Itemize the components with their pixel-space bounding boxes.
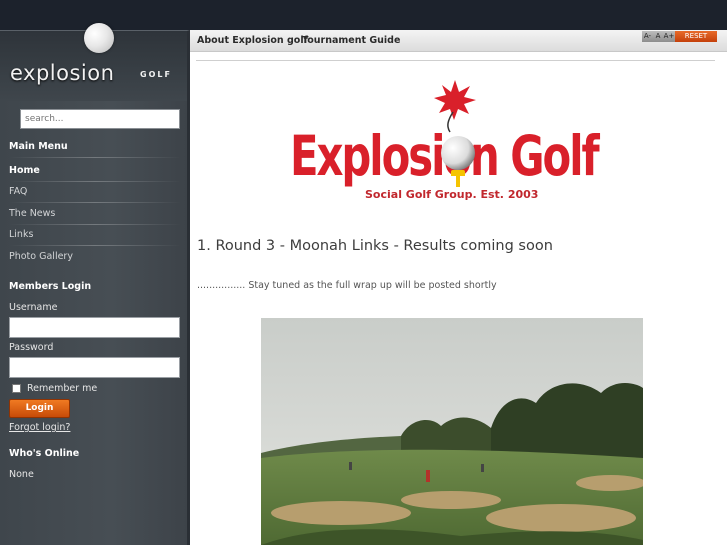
- tee-stem: [456, 175, 460, 187]
- main-content: About Explosion golf Tournament Guide A-…: [190, 30, 727, 545]
- menu-item-links[interactable]: Links: [9, 229, 181, 240]
- content-divider: [196, 60, 715, 61]
- sidebar: explosion GOLF Main Menu Home FAQ The Ne…: [0, 23, 190, 545]
- password-label: Password: [9, 342, 54, 353]
- main-menu-title: Main Menu: [9, 141, 68, 152]
- nav-about-explosion-golf[interactable]: About Explosion golf: [197, 35, 308, 46]
- logo-subtext: GOLF: [140, 70, 172, 79]
- golf-ball-icon: [441, 136, 475, 170]
- explosion-burst-icon: [434, 80, 476, 120]
- divider: [9, 224, 181, 225]
- site-logo[interactable]: explosion GOLF: [0, 23, 187, 101]
- members-login-title: Members Login: [9, 281, 92, 292]
- search-input[interactable]: [20, 109, 180, 129]
- password-field[interactable]: [9, 357, 180, 378]
- username-label: Username: [9, 302, 58, 313]
- menu-item-faq[interactable]: FAQ: [9, 186, 181, 197]
- menu-item-the-news[interactable]: The News: [9, 208, 181, 219]
- divider: [9, 181, 181, 182]
- top-bar: [0, 0, 727, 30]
- font-decrease-button[interactable]: A-: [642, 31, 653, 42]
- top-nav: About Explosion golf Tournament Guide A-…: [190, 30, 727, 52]
- menu-item-home[interactable]: Home: [9, 165, 181, 176]
- forgot-login-link[interactable]: Forgot login?: [9, 422, 70, 433]
- divider: [9, 245, 181, 246]
- font-default-button[interactable]: A: [653, 31, 663, 42]
- nav-tournament-guide[interactable]: Tournament Guide: [302, 35, 400, 46]
- remember-me-label: Remember me: [27, 383, 98, 394]
- logo-text: explosion: [10, 61, 115, 85]
- whos-online-value: None: [9, 469, 34, 480]
- menu-item-photo-gallery[interactable]: Photo Gallery: [9, 251, 181, 262]
- logo-subtitle: Social Golf Group. Est. 2003: [365, 188, 539, 201]
- article-intro: ................ Stay tuned as the full …: [197, 280, 497, 291]
- font-increase-button[interactable]: A+: [663, 31, 675, 42]
- username-field[interactable]: [9, 317, 180, 338]
- font-reset-button[interactable]: RESET: [675, 31, 717, 42]
- divider: [9, 157, 181, 158]
- article-headline[interactable]: 1. Round 3 - Moonah Links - Results comi…: [197, 238, 553, 254]
- golf-course-photo: [261, 318, 643, 545]
- golf-ball-icon: [84, 23, 114, 53]
- whos-online-title: Who's Online: [9, 448, 80, 459]
- divider: [9, 202, 181, 203]
- remember-me-checkbox[interactable]: [12, 384, 21, 393]
- login-button[interactable]: Login: [9, 399, 70, 418]
